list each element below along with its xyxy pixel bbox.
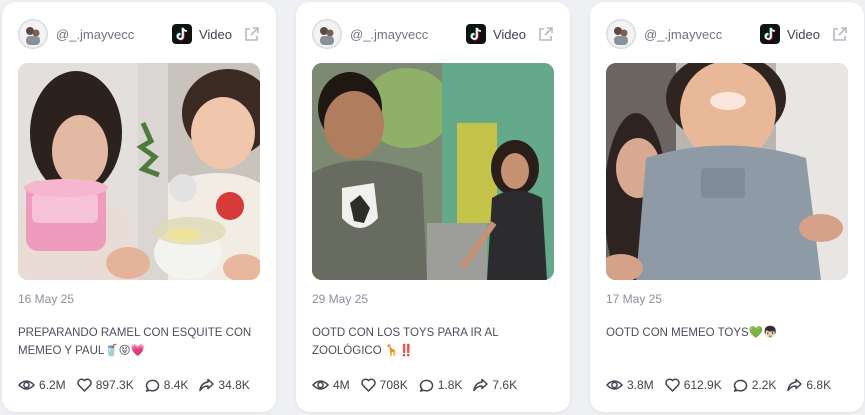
video-thumbnail[interactable]: [18, 63, 260, 280]
card-header: @_.jmayvecc Video: [18, 16, 260, 52]
avatar[interactable]: [312, 19, 342, 49]
post-card[interactable]: @_.jmayvecc Video: [2, 2, 276, 412]
likes-count: 612.9K: [683, 378, 722, 392]
post-date: 16 May 25: [18, 292, 75, 306]
comments-stat: 2.2K: [733, 378, 777, 392]
content-type-label: Video: [786, 26, 820, 42]
card-header: @_.jmayvecc Video: [606, 16, 848, 52]
avatar[interactable]: [606, 19, 636, 49]
post-stats: 4M 708K 1.8K 7.6K: [312, 378, 560, 392]
views-count: 6.2M: [39, 378, 66, 392]
comments-count: 8.4K: [163, 378, 189, 392]
external-link-icon[interactable]: [536, 25, 554, 43]
comment-icon: [145, 379, 159, 392]
heart-icon: [360, 378, 376, 392]
tiktok-icon: [171, 24, 192, 44]
views-stat: 3.8M: [606, 378, 654, 392]
avatar-icon: [608, 21, 634, 47]
card-header: @_.jmayvecc Video: [312, 16, 554, 52]
eye-icon: [606, 380, 623, 390]
video-thumbnail[interactable]: [606, 63, 848, 280]
likes-count: 708K: [379, 378, 408, 392]
shares-count: 7.6K: [492, 378, 518, 392]
shares-stat: 7.6K: [473, 378, 517, 392]
post-card[interactable]: @_.jmayvecc Video 17 May 25 OOTD CON MEM…: [590, 2, 864, 412]
likes-count: 897.3K: [95, 378, 134, 392]
likes-stat: 708K: [360, 378, 408, 392]
comment-icon: [733, 379, 747, 392]
post-stats: 3.8M 612.9K 2.2K 6.8K: [606, 378, 854, 392]
post-caption: OOTD CON MEMEO TOYS💚👦🏻: [606, 327, 778, 339]
external-link-icon[interactable]: [830, 25, 848, 43]
shares-count: 6.8K: [806, 378, 832, 392]
views-stat: 4M: [312, 378, 350, 392]
account-handle[interactable]: @_.jmayvecc: [56, 27, 172, 42]
share-icon: [787, 378, 803, 392]
comment-icon: [419, 379, 433, 392]
content-type-label: Video: [492, 26, 526, 42]
tiktok-icon: [759, 24, 780, 44]
views-count: 3.8M: [627, 378, 654, 392]
views-count: 4M: [333, 378, 350, 392]
post-stats: 6.2M 897.3K 8.4K 34.8K: [18, 378, 266, 392]
eye-icon: [18, 380, 35, 390]
post-date: 17 May 25: [606, 292, 663, 306]
comments-count: 1.8K: [437, 378, 463, 392]
post-date: 29 May 25: [312, 292, 369, 306]
eye-icon: [312, 380, 329, 390]
likes-stat: 612.9K: [664, 378, 722, 392]
heart-icon: [76, 378, 92, 392]
external-link-icon[interactable]: [242, 25, 260, 43]
content-type-label: Video: [198, 26, 232, 42]
post-card[interactable]: @_.jmayvecc Video: [296, 2, 570, 412]
likes-stat: 897.3K: [76, 378, 134, 392]
avatar[interactable]: [18, 19, 48, 49]
heart-icon: [664, 378, 680, 392]
views-stat: 6.2M: [18, 378, 66, 392]
comments-stat: 8.4K: [145, 378, 189, 392]
comments-count: 2.2K: [751, 378, 777, 392]
tiktok-icon: [465, 24, 486, 44]
account-handle[interactable]: @_.jmayvecc: [350, 27, 466, 42]
shares-count: 34.8K: [218, 378, 250, 392]
comments-stat: 1.8K: [419, 378, 463, 392]
account-handle[interactable]: @_.jmayvecc: [644, 27, 760, 42]
shares-stat: 6.8K: [787, 378, 831, 392]
post-caption: OOTD CON LOS TOYS PARA IR AL ZOOLÓGICO 🦒…: [312, 327, 499, 357]
share-icon: [199, 378, 215, 392]
video-thumbnail[interactable]: [312, 63, 554, 280]
post-caption: PREPARANDO RAMEL CON ESQUITE CON MEMEO Y…: [18, 327, 252, 357]
shares-stat: 34.8K: [199, 378, 250, 392]
avatar-icon: [20, 21, 46, 47]
share-icon: [473, 378, 489, 392]
avatar-icon: [314, 21, 340, 47]
